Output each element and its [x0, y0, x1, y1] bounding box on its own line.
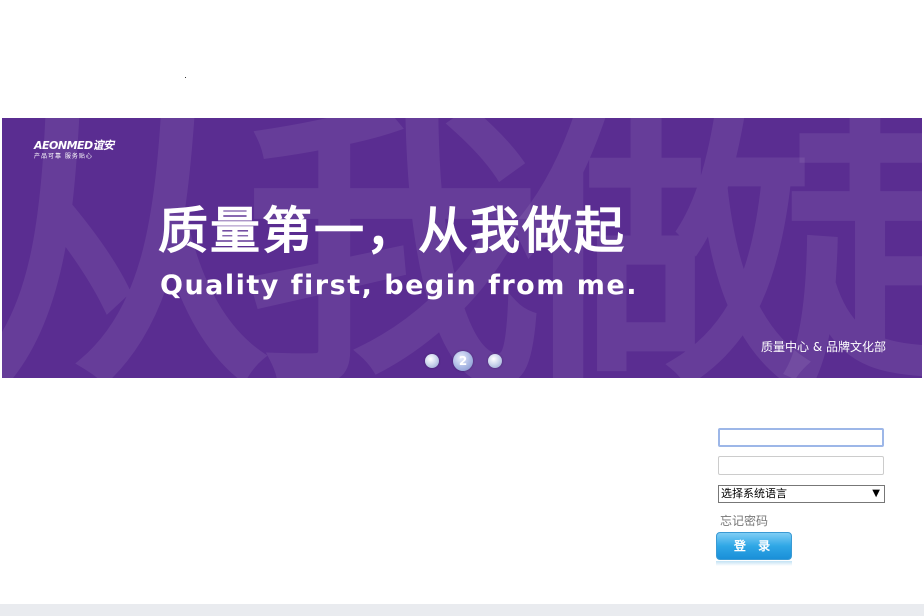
language-select[interactable]: 选择系统语言 ▼	[718, 485, 885, 503]
hero-banner: 从我做起 AEONMED谊安 产品可靠 服务贴心 质量第一，从我做起 Quali…	[2, 118, 922, 378]
login-button[interactable]: 登 录	[716, 532, 792, 560]
company-logo: AEONMED谊安 产品可靠 服务贴心	[34, 140, 114, 161]
logo-wordmark: AEONMED谊安	[34, 139, 114, 152]
stray-pixel	[185, 77, 186, 78]
slider-dot-3[interactable]	[488, 354, 502, 368]
banner-department: 质量中心 & 品牌文化部	[761, 340, 886, 354]
slider-dot-2-active[interactable]: 2	[453, 351, 473, 371]
banner-subheadline: Quality first, begin from me.	[160, 270, 638, 301]
username-input[interactable]	[718, 428, 884, 447]
language-select-value: 选择系统语言	[721, 487, 787, 500]
dropdown-arrow-icon: ▼	[872, 488, 880, 499]
footer-bar	[0, 604, 924, 616]
banner-headline: 质量第一，从我做起	[158, 202, 626, 260]
forgot-password-link[interactable]: 忘记密码	[720, 514, 768, 528]
logo-slogan: 产品可靠 服务贴心	[34, 153, 93, 160]
slider-dot-1[interactable]	[425, 354, 439, 368]
login-button-reflection	[716, 561, 792, 566]
password-input[interactable]	[718, 456, 884, 475]
